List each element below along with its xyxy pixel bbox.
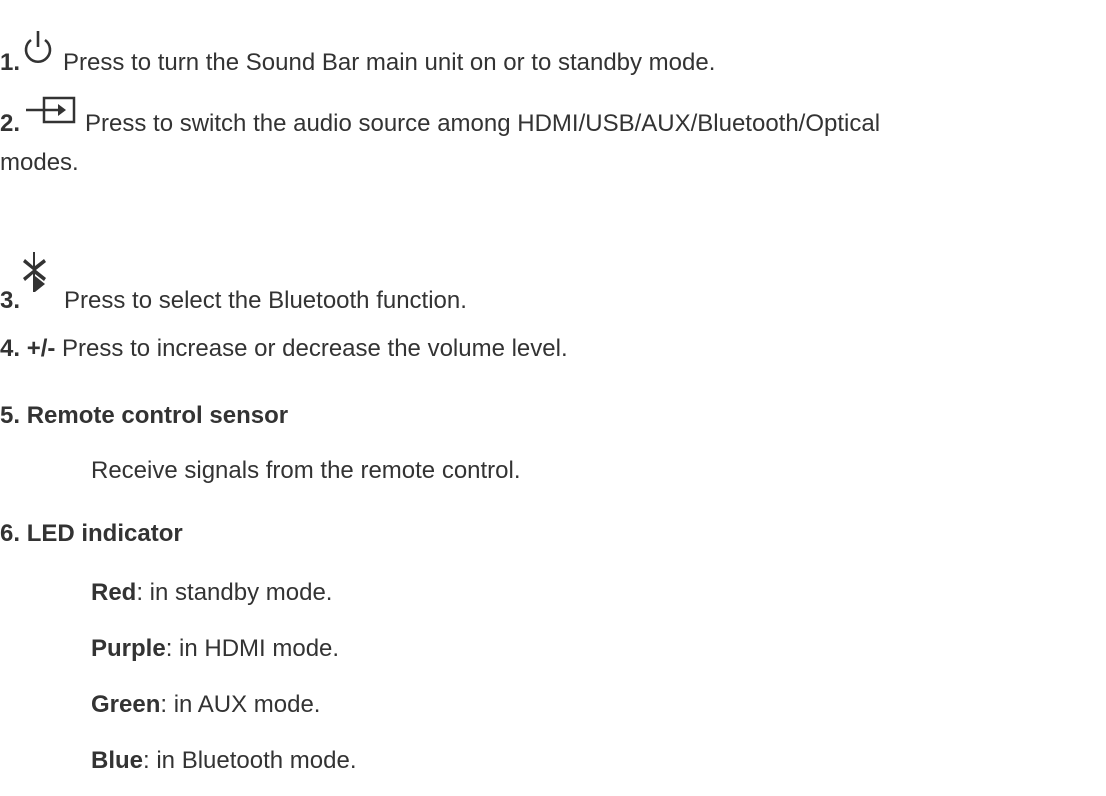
item-source: 2. Press to switch the audio source among… bbox=[0, 96, 881, 139]
led-color: Purple bbox=[91, 635, 166, 662]
led-heading: LED indicator bbox=[26, 520, 183, 547]
led-desc: : in AUX mode. bbox=[160, 691, 321, 718]
item-number: 1. bbox=[0, 49, 21, 76]
led-color: Blue bbox=[91, 747, 144, 774]
item-number: 3. bbox=[0, 287, 21, 314]
bluetooth-icon bbox=[22, 250, 50, 302]
volume-label: +/- bbox=[26, 335, 56, 362]
item-number: 2. bbox=[0, 110, 21, 137]
item-text: Press to turn the Sound Bar main unit on… bbox=[63, 49, 716, 76]
item-remote-sensor: 5. Remote control sensor bbox=[0, 401, 288, 431]
item-number: 6. bbox=[0, 520, 21, 547]
led-state-purple: Purple: in HDMI mode. bbox=[91, 634, 339, 664]
item-text: Press to increase or decrease the volume… bbox=[62, 335, 568, 362]
remote-sensor-detail: Receive signals from the remote control. bbox=[91, 457, 521, 484]
item-number: 4. bbox=[0, 335, 21, 362]
led-state-red: Red: in standby mode. bbox=[91, 578, 332, 608]
input-source-icon bbox=[25, 96, 77, 134]
led-color: Red bbox=[91, 579, 137, 606]
led-color: Green bbox=[91, 691, 161, 718]
led-desc: : in HDMI mode. bbox=[165, 635, 340, 662]
led-desc: : in standby mode. bbox=[136, 579, 333, 606]
item-number: 5. bbox=[0, 402, 21, 429]
power-icon bbox=[23, 30, 53, 72]
item-bluetooth: 3. Press to select the Bluetooth function… bbox=[0, 252, 467, 316]
item-led-indicator: 6. LED indicator bbox=[0, 519, 183, 549]
led-desc: : in Bluetooth mode. bbox=[143, 747, 357, 774]
remote-sensor-heading: Remote control sensor bbox=[26, 402, 289, 429]
led-state-green: Green: in AUX mode. bbox=[91, 690, 320, 720]
item-power: 1. Press to turn the Sound Bar main unit … bbox=[0, 31, 716, 78]
item-volume: 4. +/- Press to increase or decrease the… bbox=[0, 334, 568, 364]
item-text: Press to switch the audio source among H… bbox=[85, 110, 881, 137]
item-text: Press to select the Bluetooth function. bbox=[64, 287, 467, 314]
item-source-cont: modes. bbox=[0, 149, 79, 176]
led-state-blue: Blue: in Bluetooth mode. bbox=[91, 746, 356, 776]
manual-page: 1. Press to turn the Sound Bar main unit … bbox=[0, 0, 1106, 796]
